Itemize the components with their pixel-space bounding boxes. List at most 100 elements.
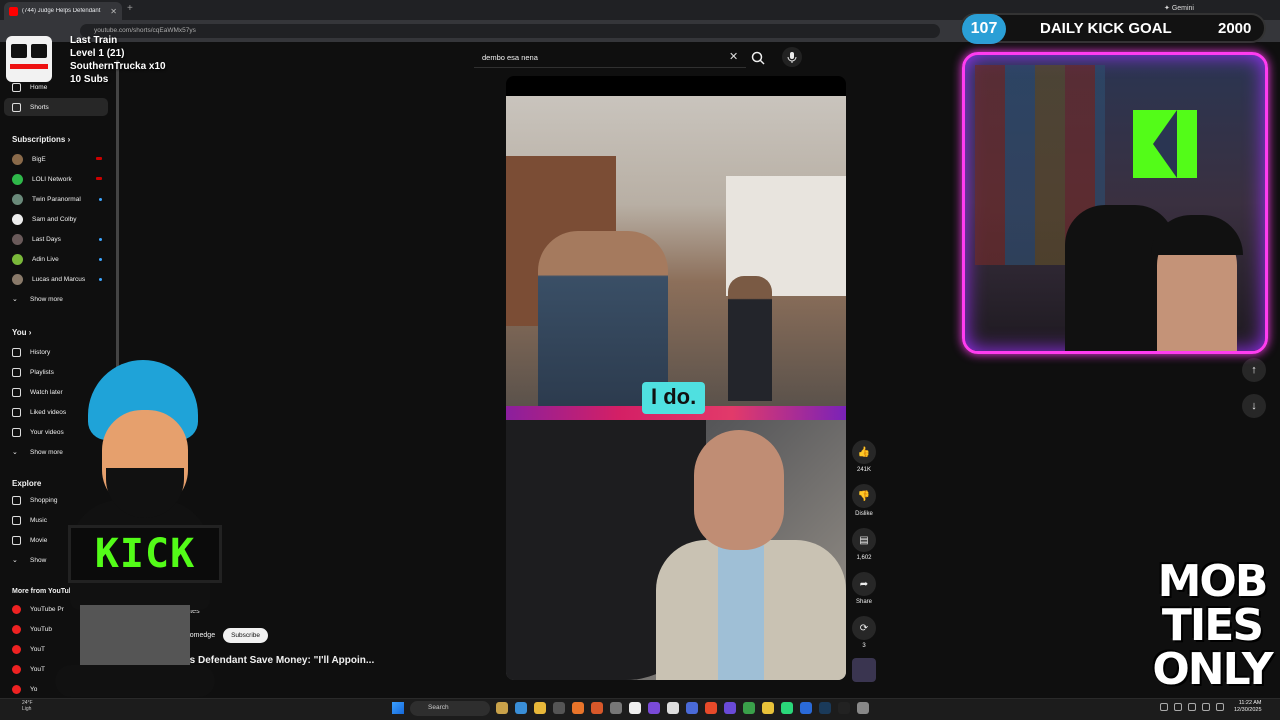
dislike-label: Dislike bbox=[855, 511, 873, 517]
edge-icon[interactable] bbox=[515, 702, 527, 714]
youtube-icon bbox=[12, 684, 21, 694]
youtube-icon bbox=[12, 624, 21, 634]
tray-icon[interactable] bbox=[1160, 703, 1168, 711]
avatar bbox=[12, 233, 23, 245]
windows-start-icon[interactable] bbox=[392, 702, 404, 714]
avatar bbox=[12, 273, 23, 285]
thumbs-up-icon: 👍 bbox=[852, 440, 876, 464]
mic-icon[interactable] bbox=[782, 47, 802, 67]
weather-widget[interactable]: 24°F Ligh bbox=[8, 700, 38, 718]
previous-short-button[interactable]: ↑ bbox=[1242, 358, 1266, 382]
new-content-dot bbox=[99, 278, 102, 281]
gemini-button[interactable]: ✦ Gemini bbox=[1164, 4, 1194, 12]
share-button[interactable]: ➦ Share bbox=[850, 572, 878, 605]
dislike-button[interactable]: 👎 Dislike bbox=[850, 484, 878, 517]
search-icon[interactable] bbox=[750, 50, 766, 66]
subscriptions-heading[interactable]: Subscriptions › bbox=[12, 135, 70, 144]
sidebar-item-label: Last Days bbox=[32, 235, 61, 243]
next-short-button[interactable]: ↓ bbox=[1242, 394, 1266, 418]
sidebar-item-label: Sam and Colby bbox=[32, 215, 77, 223]
search-input[interactable]: dembo esa nena bbox=[474, 48, 746, 68]
you-heading[interactable]: You › bbox=[12, 328, 31, 337]
app-icon[interactable] bbox=[610, 702, 622, 714]
mascot-shoes bbox=[55, 665, 215, 697]
app-icon[interactable] bbox=[667, 702, 679, 714]
short-video-player[interactable]: I do. bbox=[506, 76, 846, 680]
volume-icon[interactable] bbox=[1202, 703, 1210, 711]
sidebar-item-label: Lucas and Marcus bbox=[32, 275, 86, 283]
tab-title: (744) Judge Helps Defendant bbox=[22, 8, 101, 14]
app-icon[interactable] bbox=[591, 702, 603, 714]
battery-icon[interactable] bbox=[1216, 703, 1224, 711]
movie-icon bbox=[12, 535, 21, 545]
top-gifter: SouthernTrucka x10 bbox=[70, 61, 166, 72]
sidebar-item-label: LOLI Network bbox=[32, 175, 72, 183]
discord-icon[interactable] bbox=[648, 702, 660, 714]
sidebar-item-history[interactable]: History bbox=[4, 343, 108, 361]
chevron-down-icon: ⌄ bbox=[12, 296, 18, 303]
judge-figure bbox=[656, 430, 846, 680]
train-window-left bbox=[11, 44, 27, 58]
notepad-icon[interactable] bbox=[629, 702, 641, 714]
chrome-icon[interactable] bbox=[762, 702, 774, 714]
sidebar-item-subscription[interactable]: LOLI Network bbox=[4, 170, 108, 188]
sidebar-item-shorts[interactable]: Shorts bbox=[4, 98, 108, 116]
remix-button[interactable]: ⟳ 3 bbox=[850, 616, 878, 649]
file-explorer-icon[interactable] bbox=[496, 702, 508, 714]
train-level: Level 1 (21) bbox=[70, 48, 125, 59]
avatar bbox=[12, 213, 23, 225]
comments-button[interactable]: ▤ 1,602 bbox=[850, 528, 878, 561]
train-stripe bbox=[10, 64, 48, 69]
sidebar-item-subscription[interactable]: BigE bbox=[4, 150, 108, 168]
explore-heading: Explore bbox=[12, 479, 42, 488]
taskbar-search[interactable]: Search bbox=[410, 701, 490, 716]
kick-logo-icon bbox=[1133, 110, 1197, 178]
hype-train-info: Last Train Level 1 (21) SouthernTrucka x… bbox=[70, 34, 166, 86]
steam-icon[interactable] bbox=[819, 702, 831, 714]
address-bar[interactable]: youtube.com/shorts/cqEaWMx57ys bbox=[80, 24, 940, 38]
defendant-figure bbox=[538, 231, 668, 406]
show-more-subscriptions[interactable]: ⌄ Show more bbox=[4, 290, 108, 308]
app-icon[interactable] bbox=[553, 702, 565, 714]
browser-tab[interactable]: (744) Judge Helps Defendant ✕ bbox=[4, 2, 122, 20]
wifi-icon[interactable] bbox=[1188, 703, 1196, 711]
app-icon[interactable] bbox=[686, 702, 698, 714]
kick-app-icon[interactable] bbox=[781, 702, 793, 714]
app-icon[interactable] bbox=[743, 702, 755, 714]
sidebar-item-subscription[interactable]: Adin Live bbox=[4, 250, 108, 268]
new-content-dot bbox=[99, 258, 102, 261]
new-tab-icon[interactable]: + bbox=[127, 3, 133, 14]
sidebar-item-label: Twin Paranormal bbox=[32, 195, 81, 203]
sidebar-item-label: Shorts bbox=[30, 103, 49, 111]
folder-icon[interactable] bbox=[534, 702, 546, 714]
kick-sign: KICK bbox=[68, 525, 222, 583]
app-icon[interactable] bbox=[838, 702, 850, 714]
firefox-icon[interactable] bbox=[572, 702, 584, 714]
clear-search-icon[interactable]: ✕ bbox=[729, 50, 738, 63]
sound-icon bbox=[852, 658, 876, 682]
sidebar-item-label: Home bbox=[30, 83, 48, 91]
train-name: Last Train bbox=[70, 35, 118, 46]
settings-icon[interactable] bbox=[857, 702, 869, 714]
video-caption: I do. bbox=[642, 382, 706, 414]
mob-ties-only-logo: MOB TIES ONLY bbox=[1150, 560, 1274, 692]
sidebar-item-subscription[interactable]: Sam and Colby bbox=[4, 210, 108, 228]
app-icon[interactable] bbox=[724, 702, 736, 714]
chevron-down-icon: ⌄ bbox=[12, 449, 18, 456]
like-button[interactable]: 👍 241K bbox=[850, 440, 878, 473]
app-icon[interactable] bbox=[705, 702, 717, 714]
sidebar-item-label: Show more bbox=[30, 295, 63, 303]
sidebar-item-subscription[interactable]: Last Days bbox=[4, 230, 108, 248]
app-icon[interactable] bbox=[800, 702, 812, 714]
sidebar-item-subscription[interactable]: Lucas and Marcus bbox=[4, 270, 108, 288]
sound-thumbnail[interactable] bbox=[850, 658, 878, 682]
officer-figure bbox=[728, 276, 772, 401]
comment-count: 1,602 bbox=[856, 555, 872, 561]
sidebar-item-subscription[interactable]: Twin Paranormal bbox=[4, 190, 108, 208]
arrow-down-icon: ↓ bbox=[1251, 400, 1257, 412]
close-tab-icon[interactable]: ✕ bbox=[110, 7, 117, 16]
history-icon bbox=[12, 347, 21, 357]
live-indicator bbox=[96, 177, 102, 180]
taskbar-clock[interactable]: 11:22 AM 12/30/2025 bbox=[1234, 700, 1262, 714]
tray-icon[interactable] bbox=[1174, 703, 1182, 711]
